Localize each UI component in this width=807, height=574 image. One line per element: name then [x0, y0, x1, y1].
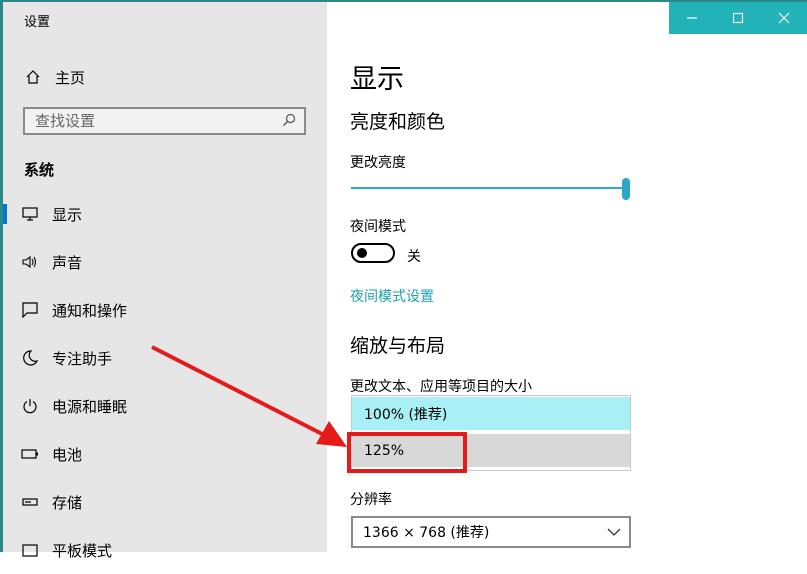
minimize-button[interactable] [669, 2, 715, 34]
close-icon [778, 9, 790, 28]
sidebar-item-label: 专注助手 [52, 349, 113, 368]
sidebar-home-label: 主页 [55, 68, 86, 87]
active-indicator [3, 204, 7, 224]
sidebar-nav: 显示 声音 通知和操作 专注助手 电源和睡眠 电池 存储 平板模式 [3, 190, 327, 574]
window-controls [669, 2, 807, 34]
maximize-icon [732, 9, 744, 28]
monitor-icon [21, 205, 39, 223]
scale-option-100[interactable]: 100% (推荐) [352, 397, 630, 430]
sidebar-item-label: 存储 [52, 493, 83, 512]
main-panel: 显示 亮度和颜色 更改亮度 夜间模式 关 夜间模式设置 缩放与布局 更改文本、应… [327, 2, 807, 552]
section-title-system: 系统 [24, 161, 55, 179]
sidebar-item-power-sleep[interactable]: 电源和睡眠 [3, 382, 327, 430]
toggle-knob [357, 248, 367, 258]
sidebar-item-label: 平板模式 [52, 541, 113, 560]
maximize-button[interactable] [715, 2, 761, 34]
sidebar-item-label: 声音 [52, 253, 83, 272]
sidebar-item-label: 电源和睡眠 [52, 397, 128, 416]
search-icon [282, 112, 296, 131]
brightness-label: 更改亮度 [350, 155, 406, 171]
scale-label: 更改文本、应用等项目的大小 [350, 379, 532, 395]
chevron-down-icon [607, 524, 621, 540]
storage-icon [21, 493, 39, 511]
night-mode-label: 夜间模式 [350, 219, 406, 235]
search-box[interactable] [23, 107, 306, 135]
sidebar-item-tablet-mode[interactable]: 平板模式 [3, 526, 327, 574]
brightness-slider[interactable] [351, 178, 631, 203]
sidebar-item-display[interactable]: 显示 [3, 190, 327, 238]
power-icon [21, 397, 39, 415]
sidebar-item-storage[interactable]: 存储 [3, 478, 327, 526]
slider-track [351, 187, 627, 189]
sidebar-item-sound[interactable]: 声音 [3, 238, 327, 286]
scale-heading: 缩放与布局 [350, 335, 446, 357]
tablet-icon [21, 541, 39, 559]
sidebar-item-focus-assist[interactable]: 专注助手 [3, 334, 327, 382]
night-mode-toggle[interactable] [351, 243, 395, 263]
speaker-icon [21, 253, 39, 271]
search-input[interactable] [35, 112, 265, 130]
close-button[interactable] [761, 2, 807, 34]
night-mode-state: 关 [407, 249, 421, 265]
sidebar-item-label: 通知和操作 [52, 301, 128, 320]
sidebar-item-label: 电池 [52, 445, 83, 464]
minimize-icon [686, 9, 698, 28]
notification-icon [21, 301, 39, 319]
resolution-select[interactable]: 1366 × 768 (推荐) [351, 516, 631, 548]
sidebar-item-label: 显示 [52, 205, 83, 224]
brightness-heading: 亮度和颜色 [350, 111, 446, 133]
home-icon [24, 68, 42, 86]
slider-thumb[interactable] [622, 178, 630, 200]
window-title: 设置 [24, 15, 51, 30]
page-title: 显示 [350, 64, 404, 95]
resolution-value: 1366 × 768 (推荐) [363, 525, 490, 541]
night-mode-settings-link[interactable]: 夜间模式设置 [350, 286, 434, 306]
resolution-label: 分辨率 [350, 492, 392, 508]
sidebar-item-notifications[interactable]: 通知和操作 [3, 286, 327, 334]
scale-option-125[interactable]: 125% [352, 434, 630, 467]
scale-dropdown-list: 100% (推荐) 125% [351, 395, 631, 471]
moon-icon [21, 349, 39, 367]
sidebar-home[interactable]: 主页 [24, 66, 85, 88]
battery-icon [21, 445, 39, 463]
sidebar-item-battery[interactable]: 电池 [3, 430, 327, 478]
